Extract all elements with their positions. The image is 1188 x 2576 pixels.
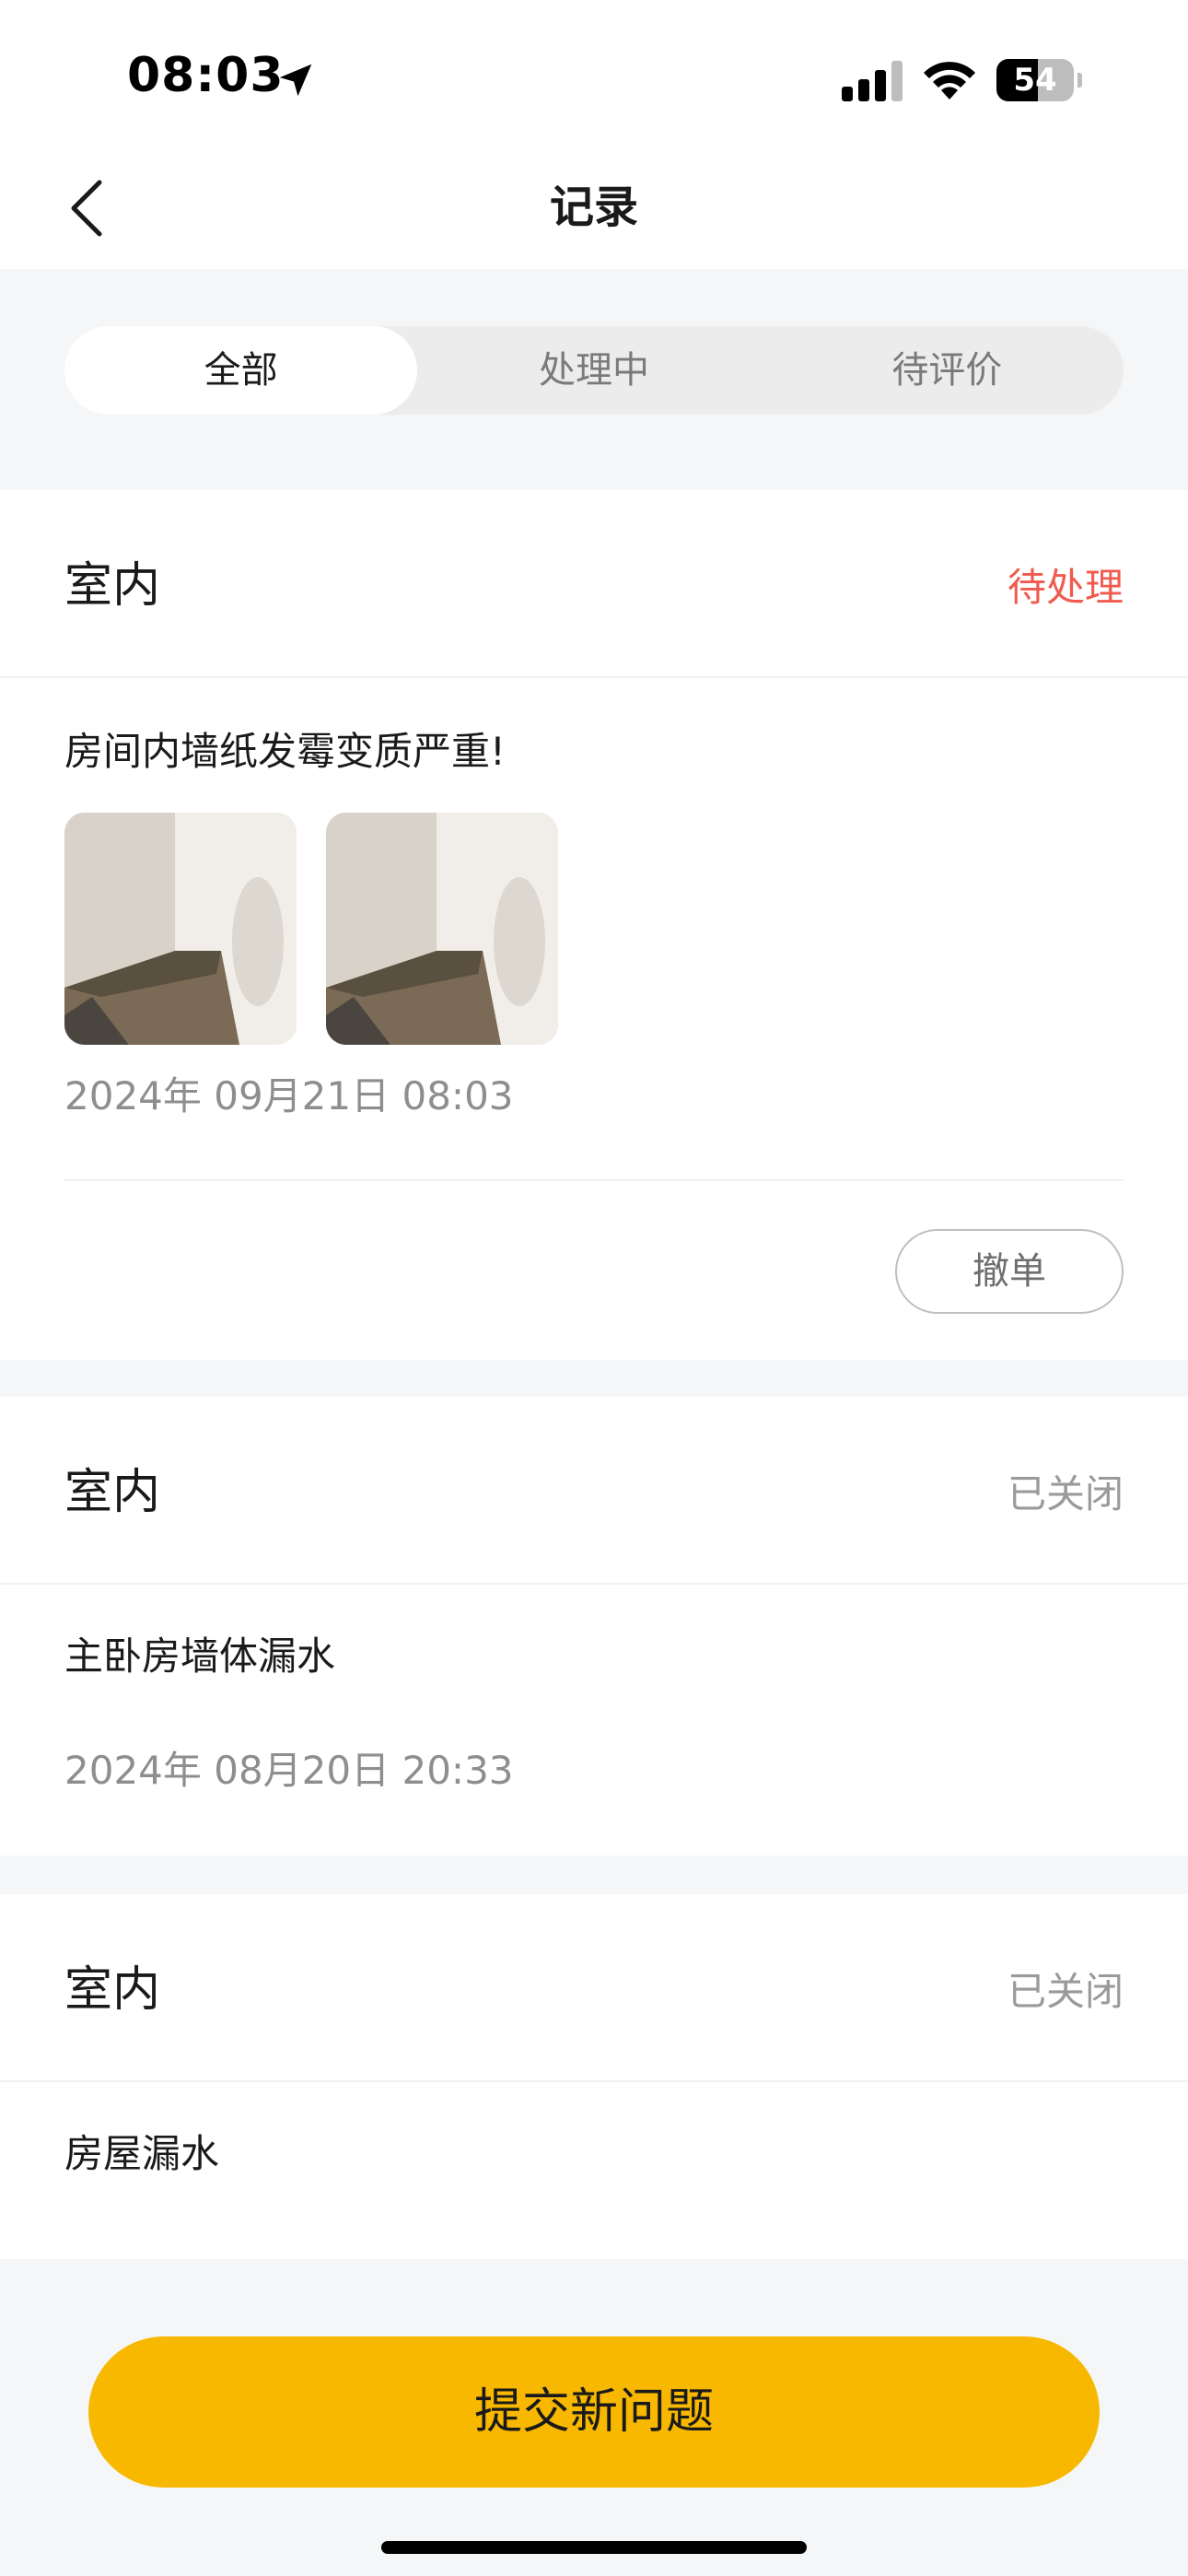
tabs-section: 全部 处理中 待评价 [0,269,1188,470]
status-badge: 已关闭 [1007,1471,1124,1516]
cancel-order-button[interactable]: 撤单 [895,1229,1124,1314]
wifi-icon [924,62,975,100]
record-header: 室内 待处理 [0,490,1188,678]
record-time: 2024年 08月20日 20:33 [64,1748,514,1793]
tab-to-review[interactable]: 待评价 [771,326,1124,415]
record-header: 室内 已关闭 [0,1397,1188,1585]
record-category: 室内 [64,1962,161,2018]
battery-level-text: 54 [1013,62,1057,99]
record-card[interactable]: 室内 已关闭 主卧房墙体漏水 2024年 08月20日 20:33 [0,1397,1188,1856]
battery-icon: 54 [996,59,1082,101]
wall-photo-image [64,813,297,1045]
status-badge: 待处理 [1007,565,1124,610]
nav-bar: 记录 [0,147,1188,269]
record-photo[interactable] [64,813,297,1045]
tab-all[interactable]: 全部 [64,326,418,415]
home-indicator [381,2541,807,2554]
record-photo[interactable] [326,813,558,1045]
battery-tip [1077,73,1082,88]
record-description: 主卧房墙体漏水 [64,1633,336,1679]
signal-icon [842,61,903,101]
filter-tabs: 全部 处理中 待评价 [64,326,1124,415]
record-header: 室内 已关闭 [0,1894,1188,2082]
bottom-action-bar: 提交新问题 [0,2259,1188,2576]
submit-new-issue-button[interactable]: 提交新问题 [88,2336,1100,2488]
status-time: 08:03 [127,48,285,103]
record-time: 2024年 09月21日 08:03 [64,1073,514,1118]
status-bar: 08:03 54 [0,0,1188,147]
records-page: 08:03 54 记录 全部 处理中 待评价 室内 待处理 房间内墙纸发霉变质严… [0,0,1188,2576]
record-description: 房间内墙纸发霉变质严重! [64,729,506,774]
page-title: 记录 [549,181,638,233]
battery-body: 54 [996,59,1074,101]
status-badge: 已关闭 [1007,1969,1124,2014]
tab-processing[interactable]: 处理中 [417,326,770,415]
divider [64,1179,1124,1181]
record-card[interactable]: 室内 已关闭 房屋漏水 [0,1894,1188,2281]
record-description: 房屋漏水 [64,2131,220,2176]
record-category: 室内 [64,558,161,614]
wall-photo-image [326,813,558,1045]
record-category: 室内 [64,1465,161,1520]
location-arrow-icon [279,64,312,97]
